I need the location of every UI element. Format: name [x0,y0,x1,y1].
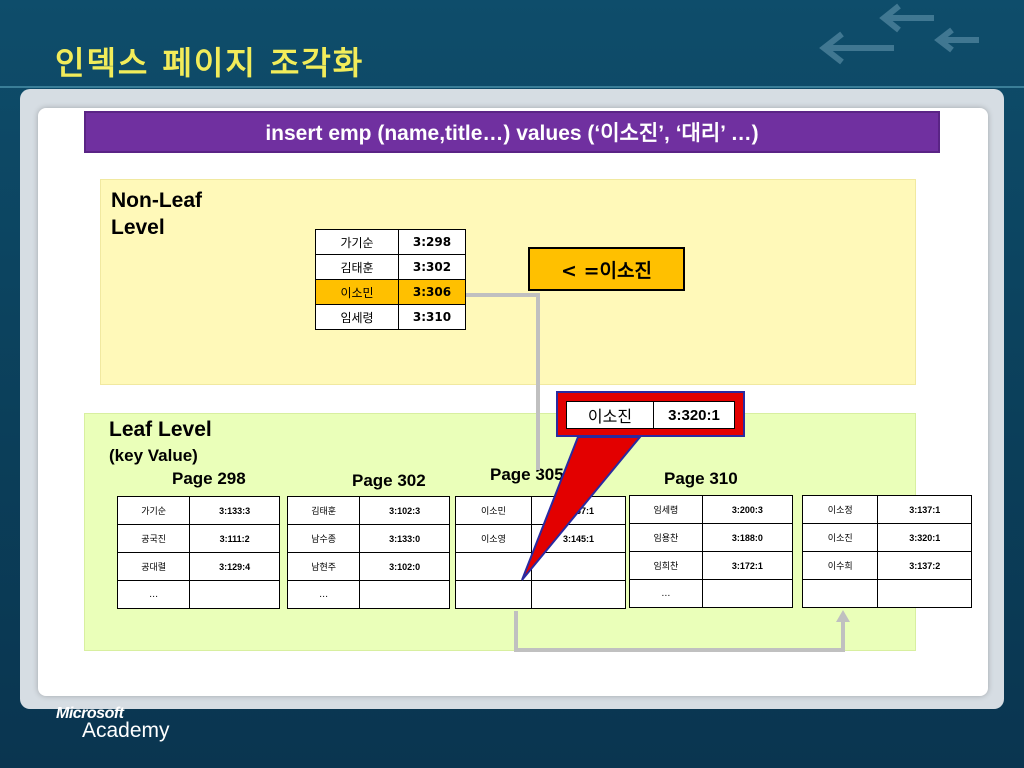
connectors-overlay [466,293,850,652]
new-entry-box: 이소진 3:320:1 [556,391,745,437]
microsoft-academy-logo: Microsoft Academy [56,705,170,743]
new-entry-key: 이소진 [566,401,654,429]
page-link-arrowhead [836,610,850,622]
pointer-connector [466,293,540,470]
logo-product: Academy [82,719,170,742]
new-entry-rid: 3:320:1 [653,401,735,429]
page-link-connector [514,611,845,652]
new-entry-row: 이소진 3:320:1 [566,401,735,429]
new-entry-table: 이소진 3:320:1 [566,401,735,429]
